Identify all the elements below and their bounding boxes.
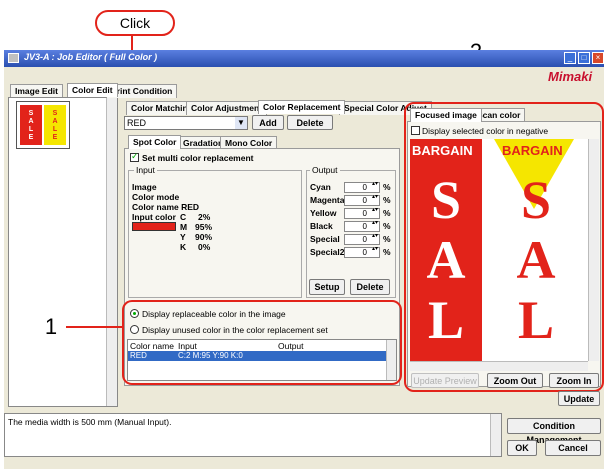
output-delete-button[interactable]: Delete	[350, 279, 390, 295]
output-header: Output	[310, 165, 340, 175]
y-label: Y	[180, 232, 186, 242]
preview-vscroll[interactable]	[588, 139, 599, 361]
close-icon[interactable]: ×	[592, 52, 604, 64]
thumb-sale-right: SALE	[52, 110, 58, 141]
output-special2-label: Special2	[310, 247, 345, 257]
display-replaceable-radio[interactable]	[130, 309, 139, 318]
callout-1-label: 1	[36, 312, 66, 342]
status-message: The media width is 500 mm (Manual Input)…	[8, 417, 172, 427]
color-mode-label: Color mode	[132, 192, 180, 202]
y-value: 90%	[195, 232, 213, 242]
message-scrollbar[interactable]	[490, 414, 501, 456]
tab-color-replacement[interactable]: Color Replacement	[258, 100, 346, 114]
negative-label: Display selected color in negative	[422, 126, 549, 136]
window-title: JV3-A : Job Editor ( Full Color )	[24, 52, 158, 62]
callout-1-leader	[66, 326, 122, 328]
image-label: Image	[132, 182, 157, 192]
minimize-icon[interactable]: _	[564, 52, 576, 64]
k-label: K	[180, 242, 187, 252]
brand-logo: Mimaki	[548, 69, 593, 84]
message-box: The media width is 500 mm (Manual Input)…	[4, 413, 502, 457]
update-preview-button[interactable]: Update Preview	[411, 373, 479, 388]
input-color-swatch	[132, 222, 176, 231]
cancel-button[interactable]: Cancel	[545, 440, 601, 456]
m-value: 95%	[195, 222, 213, 232]
banner-left: BARGAIN	[412, 143, 473, 158]
preview-image: BARGAIN BARGAIN S A L S A L	[410, 139, 588, 361]
output-black-label: Black	[310, 221, 333, 231]
update-button[interactable]: Update	[558, 391, 600, 406]
output-special-label: Special	[310, 234, 340, 244]
tab-spot-color[interactable]: Spot Color	[128, 135, 182, 149]
sale-left-s: S	[430, 170, 462, 230]
title-bar: JV3-A : Job Editor ( Full Color ) _ □ ×	[4, 50, 604, 67]
ok-button[interactable]: OK	[507, 440, 537, 456]
click-callout: Click	[95, 10, 175, 36]
table-cell-name: RED	[130, 351, 147, 360]
thumbnail-scrollbar[interactable]	[106, 98, 117, 406]
sale-left-a: A	[426, 230, 466, 290]
output-black-stepper[interactable]: 0	[344, 220, 380, 232]
zoom-out-button[interactable]: Zoom Out	[487, 373, 543, 388]
sale-right-a: A	[516, 230, 556, 290]
tab-image-edit[interactable]: Image Edit	[10, 84, 63, 98]
sale-left-l: L	[427, 290, 465, 350]
app-icon	[8, 53, 19, 63]
tab-focused-image[interactable]: Focused image	[410, 108, 482, 122]
output-special2-stepper[interactable]: 0	[344, 246, 380, 258]
unit-percent: %	[383, 221, 391, 231]
negative-checkbox[interactable]	[411, 126, 420, 135]
sale-right-l: L	[517, 290, 555, 350]
output-special-stepper[interactable]: 0	[344, 233, 380, 245]
unit-percent: %	[383, 195, 391, 205]
unit-percent: %	[383, 208, 391, 218]
c-label: C	[180, 212, 187, 222]
input-color-label: Input color	[132, 212, 176, 222]
m-label: M	[180, 222, 188, 232]
banner-right: BARGAIN	[502, 143, 563, 158]
maximize-icon[interactable]: □	[578, 52, 590, 64]
table-row[interactable]: RED C:2 M:95 Y:90 K:0	[128, 351, 386, 361]
unit-percent: %	[383, 234, 391, 244]
table-header-input: Input	[178, 341, 197, 351]
k-value: 0%	[198, 242, 211, 252]
display-replaceable-label: Display replaceable color in the image	[142, 309, 286, 319]
display-unused-label: Display unused color in the color replac…	[142, 325, 328, 335]
set-multi-checkbox[interactable]: ✓	[130, 151, 139, 162]
table-scrollbar[interactable]	[386, 340, 396, 380]
thumb-sale-left: SALE	[28, 110, 34, 141]
tab-color-edit[interactable]: Color Edit	[67, 83, 118, 97]
table-header-output: Output	[278, 341, 304, 351]
sale-right-s: S	[520, 170, 552, 230]
color-name-label: Color name RED	[132, 202, 200, 212]
set-multi-label: Set multi color replacement	[142, 153, 254, 163]
tab-color-adjustment[interactable]: Color Adjustment	[186, 101, 267, 115]
zoom-in-button[interactable]: Zoom In	[549, 373, 599, 388]
color-set-select[interactable]: RED ▼	[124, 116, 248, 130]
output-cyan-label: Cyan	[310, 182, 331, 192]
table-header-color-name: Color name	[130, 341, 174, 351]
output-cyan-stepper[interactable]: 0	[344, 181, 380, 193]
unit-percent: %	[383, 247, 391, 257]
display-unused-radio[interactable]	[130, 325, 139, 334]
output-magenta-label: Magenta	[310, 195, 345, 205]
setup-button[interactable]: Setup	[309, 279, 345, 295]
color-set-value: RED	[127, 118, 147, 128]
chevron-down-icon: ▼	[235, 117, 247, 129]
c-value: 2%	[198, 212, 211, 222]
thumbnail-image[interactable]: SALE SALE	[16, 101, 70, 149]
output-magenta-stepper[interactable]: 0	[344, 194, 380, 206]
delete-button[interactable]: Delete	[287, 115, 333, 130]
condition-management-button[interactable]: Condition Management	[507, 418, 601, 445]
unit-percent: %	[383, 182, 391, 192]
table-cell-input: C:2 M:95 Y:90 K:0	[178, 351, 243, 360]
output-yellow-label: Yellow	[310, 208, 337, 218]
preview-hscroll[interactable]	[410, 361, 588, 371]
output-yellow-stepper[interactable]: 0	[344, 207, 380, 219]
input-header: Input	[134, 165, 157, 175]
add-button[interactable]: Add	[252, 115, 284, 130]
